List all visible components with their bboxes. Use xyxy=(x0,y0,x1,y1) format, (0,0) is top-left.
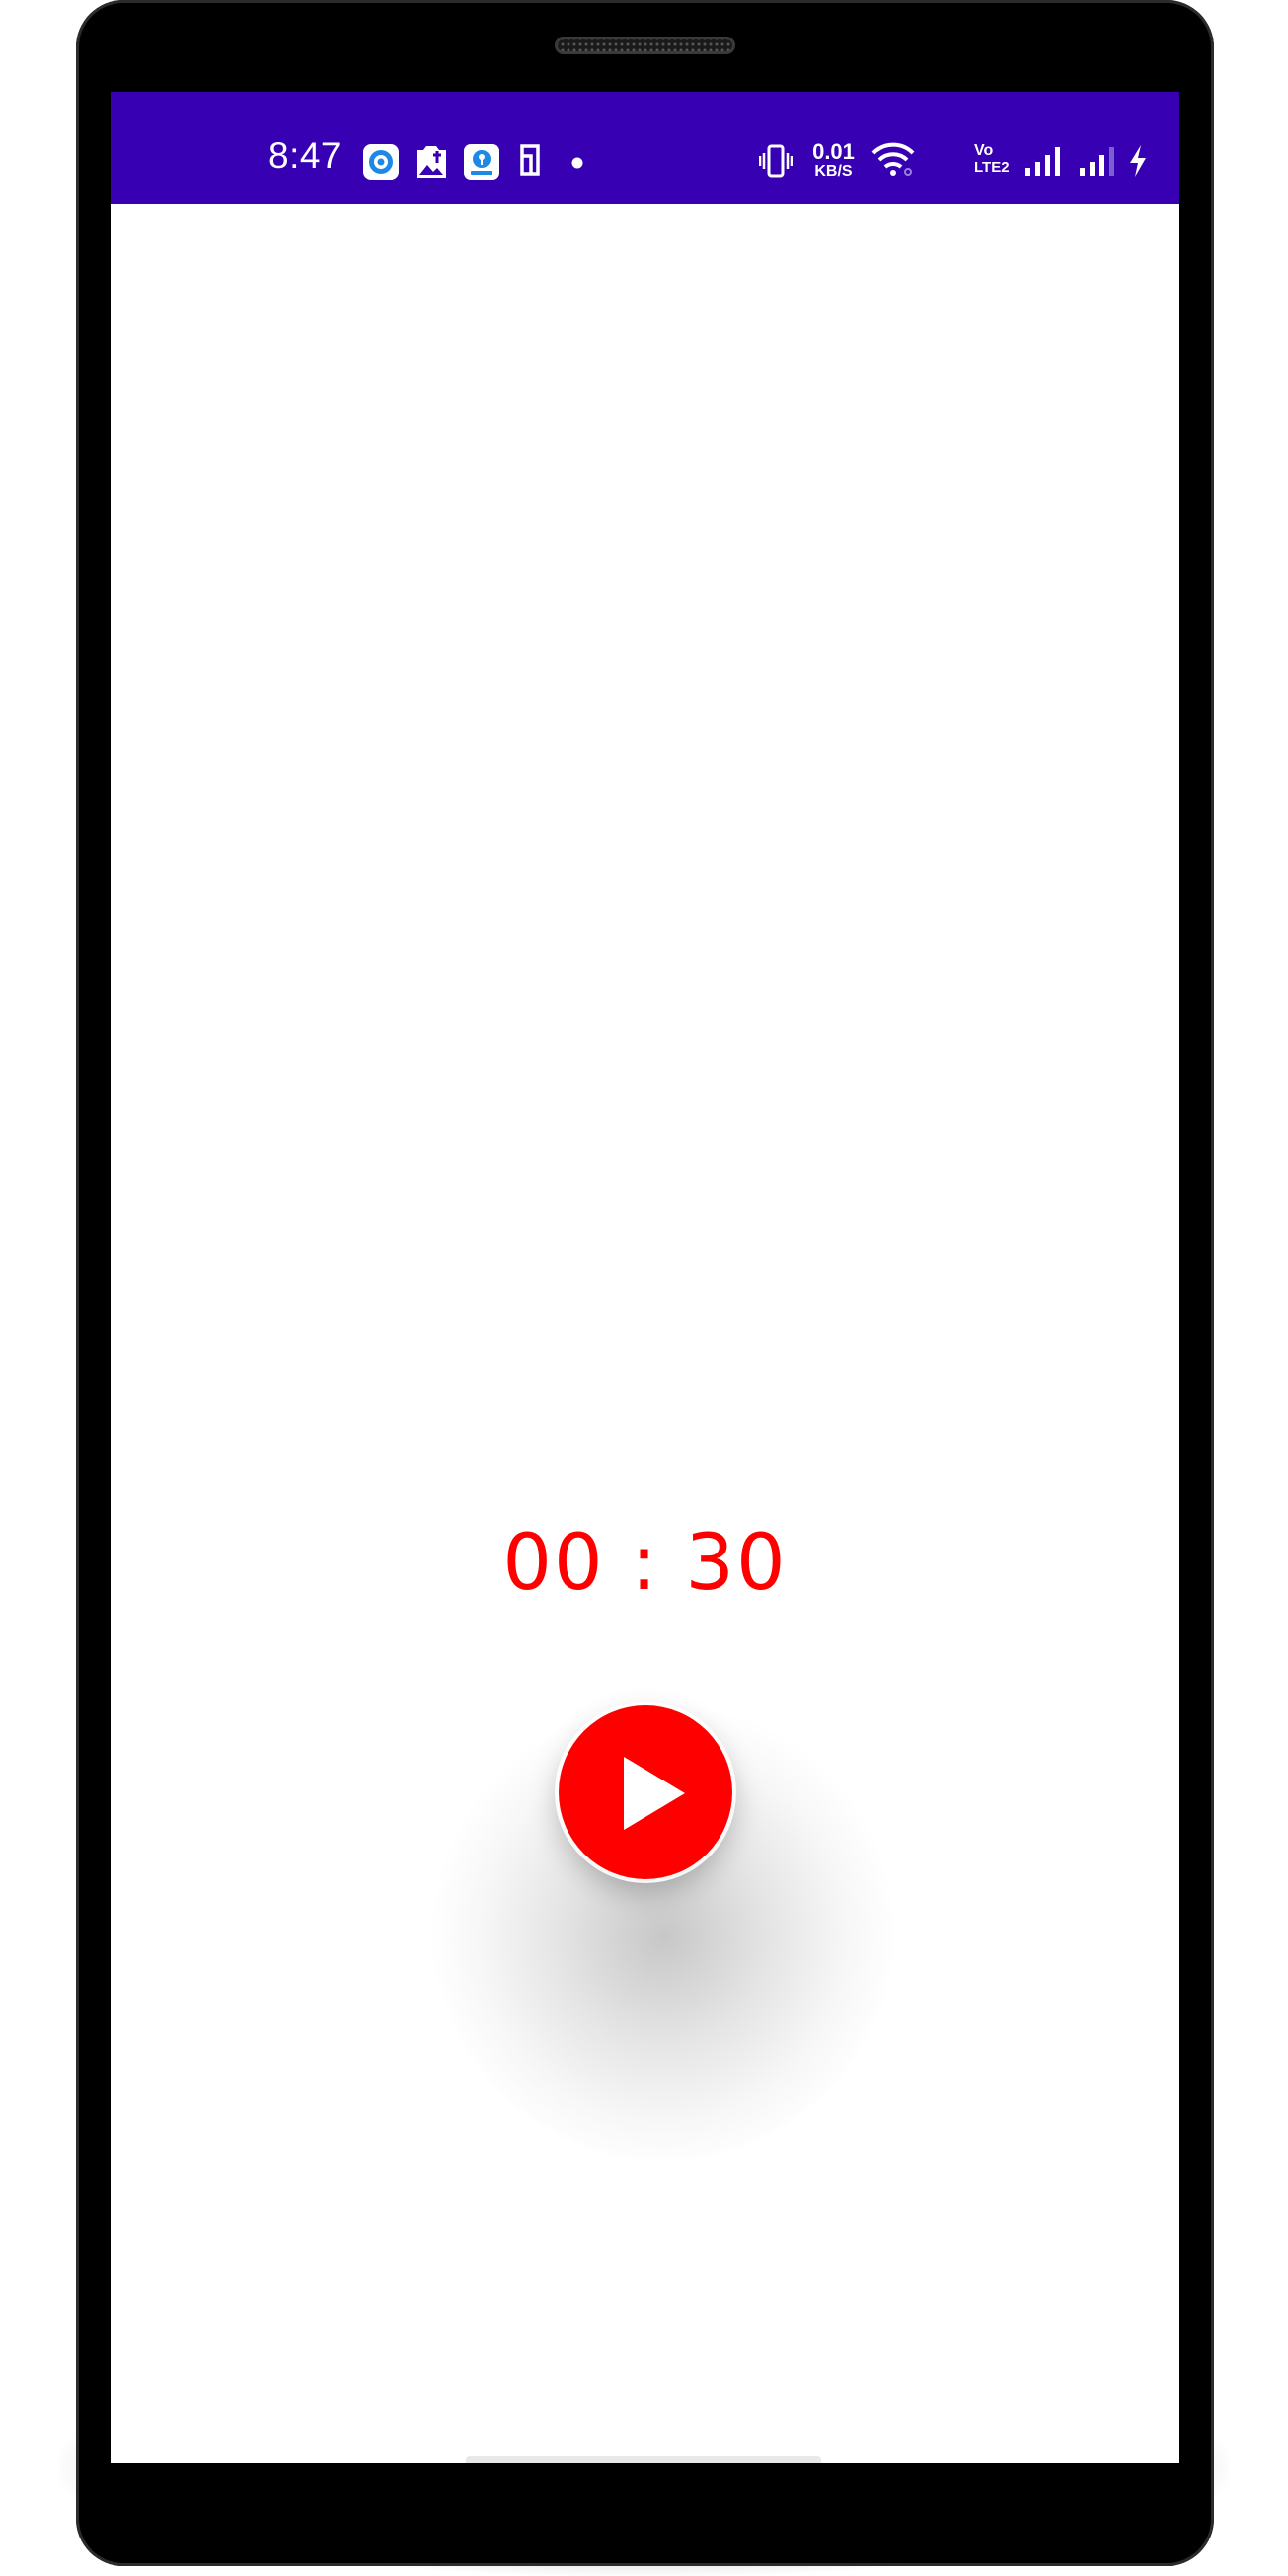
network-speed-value: 0.01 xyxy=(812,139,855,164)
play-icon xyxy=(624,1757,685,1830)
phone-outline-icon xyxy=(518,143,542,181)
countdown-timer: 00 : 30 xyxy=(502,1519,788,1608)
status-bar: 8:47 0.01 KB/S Vo LTE2 xyxy=(111,92,1179,204)
signal-icon-sim1 xyxy=(1023,144,1063,182)
status-time: 8:47 xyxy=(268,135,342,176)
signal-icon-sim2 xyxy=(1078,144,1117,182)
photo-gallery-icon xyxy=(414,143,449,185)
home-indicator[interactable] xyxy=(466,2456,821,2463)
charging-icon xyxy=(1127,143,1149,183)
wifi-icon xyxy=(871,141,915,181)
network-speed-unit: KB/S xyxy=(814,163,853,180)
phone-frame: 8:47 0.01 KB/S Vo LTE2 00: 30 xyxy=(76,0,1214,2566)
network-speed: 0.01 KB/S xyxy=(806,141,861,180)
dot-icon xyxy=(571,154,583,173)
play-button[interactable] xyxy=(559,1705,732,1879)
app-screen: 8:47 0.01 KB/S Vo LTE2 00: 30 xyxy=(111,92,1179,2463)
volte-indicator: Vo LTE2 xyxy=(974,142,1014,176)
sbi-card-icon xyxy=(463,143,500,185)
volte-label-top: Vo xyxy=(974,142,994,159)
earpiece-speaker xyxy=(555,37,735,54)
volte-label-bottom: LTE2 xyxy=(974,159,1010,176)
vibrate-icon xyxy=(758,143,794,183)
target-app-icon xyxy=(362,143,400,185)
